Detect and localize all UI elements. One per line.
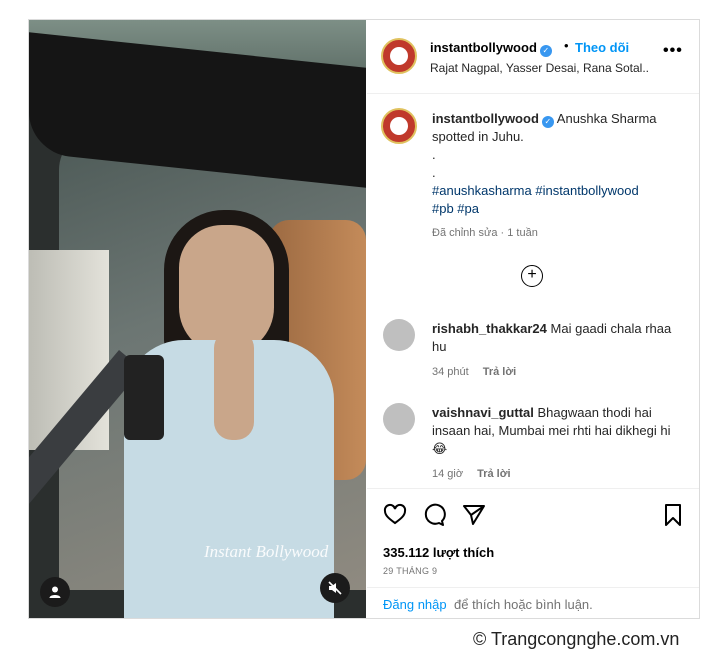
tagged-users-button[interactable]: [40, 577, 70, 607]
login-prompt: Đăng nhập để thích hoặc bình luận.: [367, 587, 699, 619]
caption-dot: .: [432, 165, 436, 180]
instagram-post: Instant Bollywood instantbollywood ✓ • Th…: [28, 19, 700, 619]
commenter-username[interactable]: vaishnavi_guttal: [432, 405, 534, 420]
comment-time: 14 giờ: [432, 468, 464, 480]
caption-meta: Đã chỉnh sửa · 1 tuần: [432, 227, 538, 239]
reply-button[interactable]: Trả lời: [483, 366, 517, 378]
post-side-panel: instantbollywood ✓ • Theo dõi ••• Rajat N…: [367, 20, 699, 618]
header-username[interactable]: instantbollywood: [430, 40, 537, 55]
hand: [214, 330, 254, 440]
audio-credits[interactable]: Rajat Nagpal, Yasser Desai, Rana Sotal..…: [430, 61, 650, 75]
more-options-icon[interactable]: •••: [663, 42, 683, 60]
reply-button[interactable]: Trả lời: [477, 468, 511, 480]
hashtag-links[interactable]: #anushkasharma #instantbollywood: [432, 183, 639, 198]
muted-speaker-icon: [328, 581, 342, 595]
video-watermark: Instant Bollywood: [204, 542, 329, 561]
like-count[interactable]: 335.112 lượt thích: [383, 545, 494, 560]
post-date: 29 THÁNG 9: [383, 566, 438, 576]
bookmark-icon[interactable]: [661, 503, 685, 527]
hashtag-links[interactable]: #pb #pa: [432, 201, 479, 216]
load-more-comments-icon[interactable]: +: [521, 265, 543, 287]
mute-button[interactable]: [320, 573, 350, 603]
caption-dot: .: [432, 147, 436, 162]
login-link[interactable]: Đăng nhập: [383, 597, 447, 612]
comment-icon[interactable]: [422, 503, 446, 527]
source-credit: © Trangcongnghe.com.vn: [473, 629, 680, 649]
commenter-username[interactable]: rishabh_thakkar24: [432, 321, 547, 336]
user-icon: [49, 586, 61, 598]
commenter-avatar[interactable]: [383, 319, 415, 351]
post-video[interactable]: Instant Bollywood: [29, 20, 366, 618]
login-prompt-text: để thích hoặc bình luận.: [454, 597, 593, 612]
caption-avatar[interactable]: [381, 108, 417, 144]
caption-username[interactable]: instantbollywood: [432, 111, 539, 126]
post-header: instantbollywood ✓ • Theo dõi ••• Rajat N…: [367, 20, 699, 94]
heart-icon[interactable]: [383, 503, 407, 527]
separator-dot: •: [564, 38, 569, 53]
verified-icon: ✓: [541, 116, 554, 128]
share-icon[interactable]: [462, 503, 486, 527]
verified-icon: ✓: [539, 45, 552, 57]
phone: [124, 355, 164, 440]
commenter-avatar[interactable]: [383, 403, 415, 435]
profile-avatar[interactable]: [381, 38, 417, 74]
follow-button[interactable]: Theo dõi: [575, 40, 629, 55]
comment-time: 34 phút: [432, 366, 469, 378]
